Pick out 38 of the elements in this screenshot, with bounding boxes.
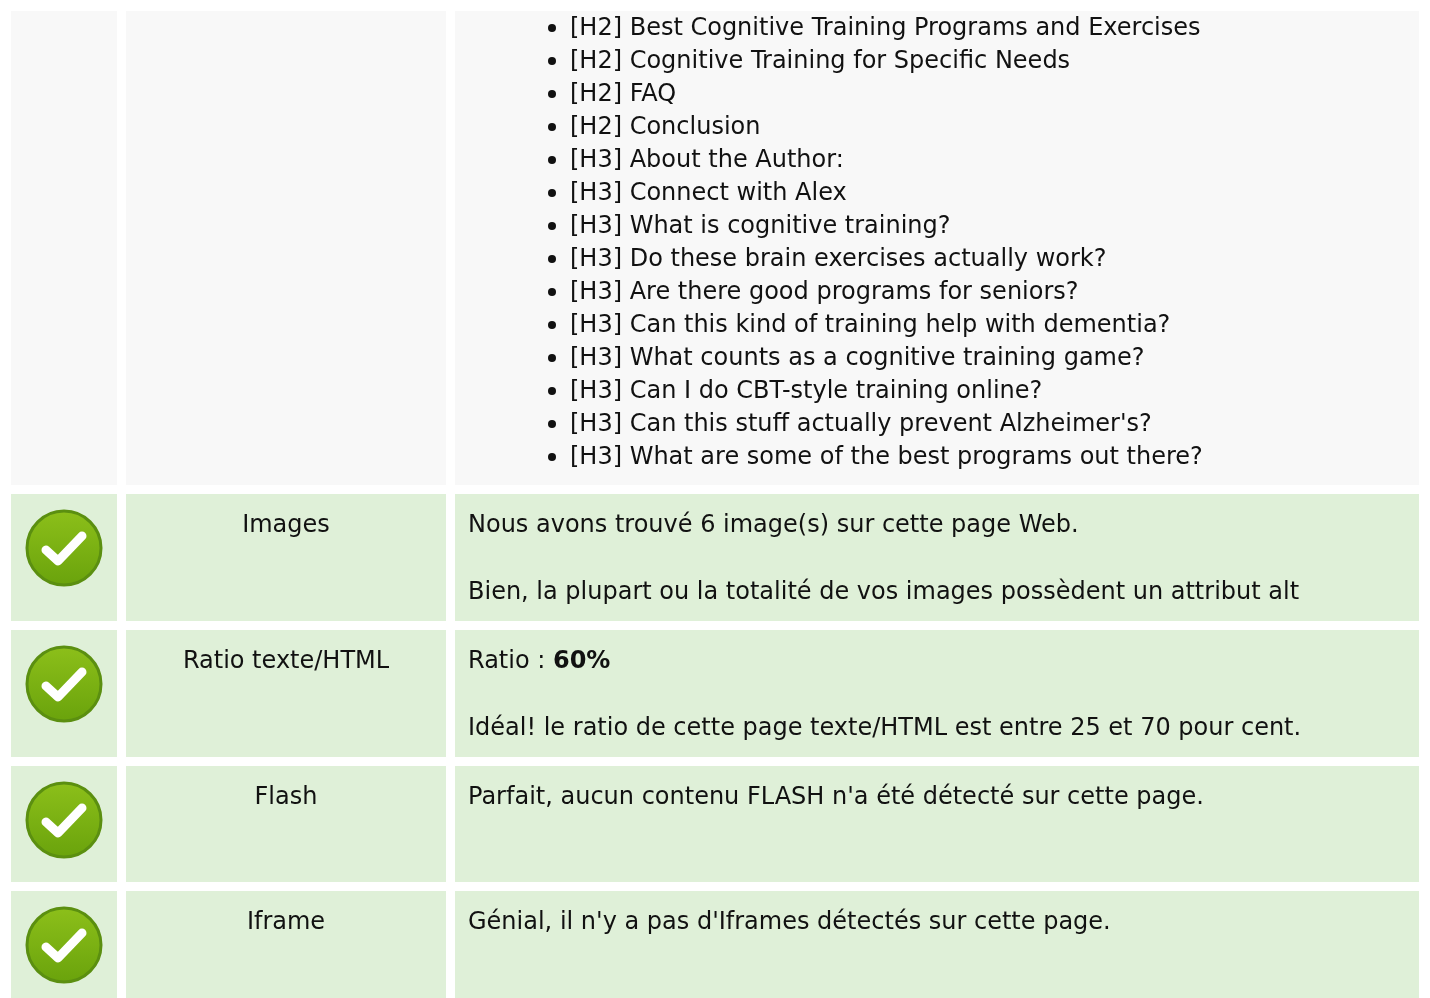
result-text: Bien, la plupart ou la totalité de vos images possèdent un attribut alt	[468, 576, 1301, 607]
heading-item: [H3] Connect with Alex	[570, 177, 847, 208]
heading-item: [H2] Conclusion	[570, 111, 761, 142]
bullet-icon	[548, 155, 556, 164]
row-label: Flash	[254, 782, 318, 810]
bullet-icon	[548, 320, 556, 329]
bullet-icon	[548, 221, 556, 230]
result-text: Nous avons trouvé 6 image(s) sur cette page Web.	[468, 509, 1080, 540]
heading-item: [H3] About the Author:	[570, 144, 844, 175]
bullet-icon	[548, 419, 556, 428]
row-label: Images	[242, 510, 330, 538]
bullet-icon	[548, 56, 556, 65]
heading-item: [H3] Do these brain exercises actually work?	[570, 243, 1107, 274]
bullet-icon	[548, 287, 556, 296]
bullet-icon	[548, 89, 556, 98]
heading-item: [H2] Cognitive Training for Specific Needs	[570, 45, 1071, 76]
heading-item: [H3] Can this stuff actually prevent Alzheimer's?	[570, 408, 1152, 439]
heading-item: [H3] Are there good programs for seniors?	[570, 276, 1079, 307]
bullet-icon	[548, 188, 556, 197]
row-label: Iframe	[246, 907, 326, 935]
result-text: Parfait, aucun contenu FLASH n'a été détecté sur cette page.	[468, 781, 1205, 812]
heading-item: [H3] What is cognitive training?	[570, 210, 951, 241]
bullet-icon	[548, 23, 556, 32]
result-text: Ratio : 60%	[468, 645, 612, 676]
bullet-icon	[548, 254, 556, 263]
result-text: Génial, il n'y a pas d'Iframes détectés sur cette page.	[468, 906, 1112, 937]
result-text: Idéal! le ratio de cette page texte/HTML est entre 25 et 70 pour cent.	[468, 712, 1303, 743]
heading-item: [H3] What counts as a cognitive training game?	[570, 342, 1145, 373]
heading-item: [H3] Can this kind of training help with dementia?	[570, 309, 1171, 340]
row-label: Ratio texte/HTML	[182, 646, 390, 674]
heading-item: [H3] What are some of the best programs out there?	[570, 441, 1203, 472]
heading-item: [H3] Can I do CBT-style training online?	[570, 375, 1043, 406]
bullet-icon	[548, 452, 556, 461]
bullet-icon	[548, 386, 556, 395]
heading-item: [H2] FAQ	[570, 78, 677, 109]
bullet-icon	[548, 122, 556, 131]
bullet-icon	[548, 353, 556, 362]
heading-item: [H2] Best Cognitive Training Programs and Exercises	[570, 12, 1201, 43]
